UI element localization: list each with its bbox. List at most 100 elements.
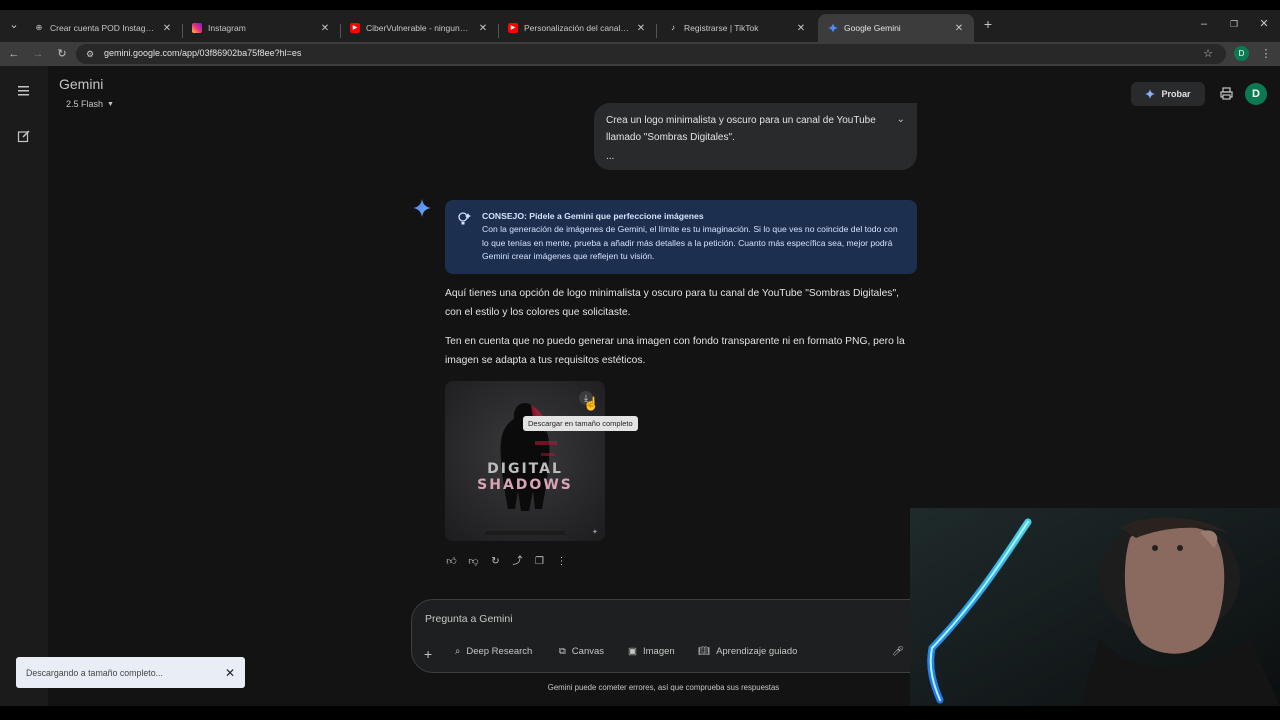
tool-label: Imagen — [642, 646, 675, 657]
tip-body: Con la generación de imágenes de Gemini,… — [482, 224, 898, 262]
close-icon[interactable]: ✕ — [162, 23, 172, 34]
reload-icon[interactable]: ↻ — [54, 46, 70, 62]
browser-menu-icon[interactable]: ⋮ — [1258, 46, 1274, 62]
browser-tab[interactable]: ♪ Registrarse | TikTok ✕ — [658, 14, 816, 42]
user-prompt-text: Crea un logo minimalista y oscuro para u… — [606, 115, 876, 143]
close-icon[interactable]: ✕ — [478, 23, 488, 34]
disclaimer-text: Gemini puede cometer errores, así que co… — [547, 683, 780, 692]
browser-toolbar: ← → ↻ ⚙ gemini.google.com/app/03f86902ba… — [0, 42, 1280, 66]
print-icon[interactable] — [1219, 86, 1234, 101]
close-icon[interactable]: ✕ — [954, 23, 964, 34]
screen-bottom-strip — [0, 706, 1280, 720]
instagram-icon — [192, 23, 202, 33]
close-icon[interactable]: ✕ — [225, 666, 235, 680]
microphone-icon[interactable]: 🎤︎ — [892, 646, 904, 657]
tab-search-chevron-icon[interactable]: ⌄ — [6, 17, 22, 33]
model-selector[interactable]: 2.5 Flash ▼ — [59, 96, 121, 112]
window-top-strip — [0, 0, 1280, 10]
thumbs-down-icon[interactable]: 👎︎ — [467, 555, 480, 569]
browser-tab[interactable]: ▶ CiberVulnerable - ninguna red ✕ — [340, 14, 498, 42]
response-paragraph: Aquí tienes una opción de logo minimalis… — [445, 288, 899, 318]
generated-image[interactable]: DIGITAL SHADOWS ⤓ ✦ — [445, 381, 605, 541]
bookmark-star-icon[interactable]: ☆ — [1200, 46, 1216, 62]
more-options-icon[interactable]: ⋮ — [555, 555, 568, 569]
menu-hamburger-icon[interactable] — [16, 84, 32, 96]
deep-research-icon: ⌕ — [455, 646, 461, 657]
expand-chevron-icon[interactable]: ⌄ — [897, 111, 905, 128]
tab-divider — [656, 24, 657, 38]
youtube-icon: ▶ — [508, 23, 518, 33]
gemini-star-icon — [413, 199, 431, 217]
browser-tab-bar: ⌄ ⊕ Crear cuenta POD Instagram ✕ Instagr… — [0, 10, 1280, 42]
tool-guided-learning[interactable]: 📖︎ Aprendizaje guiado — [698, 646, 797, 657]
account-avatar[interactable]: D — [1245, 83, 1267, 105]
tab-label: Google Gemini — [844, 23, 901, 33]
tab-label: Crear cuenta POD Instagram — [50, 23, 156, 33]
model-label: 2.5 Flash — [66, 99, 104, 109]
youtube-icon: ▶ — [350, 23, 360, 33]
response-paragraph: Ten en cuenta que no puedo generar una i… — [445, 336, 905, 366]
logo-text: DIGITAL SHADOWS — [445, 461, 605, 493]
globe-icon: ⊕ — [35, 23, 43, 32]
book-icon: 📖︎ — [698, 646, 711, 657]
prompt-input[interactable]: Pregunta a Gemini — [425, 613, 513, 625]
lightbulb-icon — [458, 212, 471, 225]
close-icon[interactable]: ✕ — [320, 23, 330, 34]
tab-label: Instagram — [208, 23, 246, 33]
browser-tab[interactable]: ⊕ Crear cuenta POD Instagram ✕ — [24, 14, 182, 42]
tiktok-icon: ♪ — [671, 23, 675, 32]
download-tooltip: Descargar en tamaño completo — [523, 416, 638, 431]
site-info-icon[interactable]: ⚙ — [82, 46, 98, 62]
browser-tab[interactable]: Instagram ✕ — [182, 14, 340, 42]
share-icon[interactable]: ⤴ — [511, 555, 524, 569]
webcam-overlay — [910, 508, 1280, 706]
close-window-icon[interactable]: ✕ — [1256, 16, 1272, 32]
forward-arrow-icon[interactable]: → — [30, 46, 46, 62]
mouse-cursor-icon: ☝ — [583, 396, 600, 411]
browser-tab[interactable]: ▶ Personalización del canal - YouTube ✕ — [498, 14, 656, 42]
gemini-icon — [828, 23, 838, 33]
try-button-label: Probar — [1161, 89, 1191, 99]
browser-tab-active[interactable]: Google Gemini ✕ — [818, 14, 974, 42]
tip-box: CONSEJO: Pídele a Gemini que perfeccione… — [445, 200, 917, 274]
new-tab-plus-icon[interactable]: + — [980, 16, 996, 32]
logo-text-line1: DIGITAL — [487, 461, 563, 477]
sidebar — [0, 66, 48, 706]
tab-label: Registrarse | TikTok — [684, 23, 759, 33]
minimize-icon[interactable]: – — [1196, 16, 1212, 32]
toast-message: Descargando a tamaño completo... — [26, 667, 163, 678]
new-chat-icon[interactable] — [17, 129, 31, 143]
add-attachment-icon[interactable]: + — [424, 646, 432, 662]
tab-label: Personalización del canal - YouTube — [524, 23, 630, 33]
tool-deep-research[interactable]: ⌕ Deep Research — [455, 646, 532, 657]
close-icon[interactable]: ✕ — [796, 23, 806, 34]
try-button[interactable]: Probar — [1131, 82, 1205, 106]
tool-label: Canvas — [571, 646, 605, 657]
close-icon[interactable]: ✕ — [636, 23, 646, 34]
tool-label: Deep Research — [466, 646, 533, 657]
restore-window-icon[interactable]: ❐ — [1226, 16, 1242, 32]
webcam-video — [910, 508, 1280, 706]
regenerate-icon[interactable]: ↻ — [489, 555, 502, 569]
canvas-icon: ⧉ — [559, 646, 566, 657]
logo-text-line2: SHADOWS — [477, 477, 573, 493]
tip-title: CONSEJO: Pídele a Gemini que perfeccione… — [482, 211, 704, 221]
tool-canvas[interactable]: ⧉ Canvas — [559, 646, 604, 657]
url-text: gemini.google.com/app/03f86902ba75f8ee?h… — [104, 48, 302, 58]
response-actions: 👍︎ 👎︎ ↻ ⤴ ❐ ⋮ — [445, 555, 568, 569]
user-prompt-bubble: Crea un logo minimalista y oscuro para u… — [594, 103, 917, 170]
tab-label: CiberVulnerable - ninguna red — [366, 23, 472, 33]
app-title[interactable]: Gemini — [59, 76, 103, 92]
address-bar[interactable]: ⚙ gemini.google.com/app/03f86902ba75f8ee… — [76, 44, 1226, 64]
user-prompt-ellipsis: ... — [606, 151, 615, 162]
download-toast: Descargando a tamaño completo... ✕ — [16, 657, 245, 688]
profile-avatar[interactable]: D — [1234, 46, 1249, 61]
sparkle-icon — [1145, 89, 1156, 99]
tool-image[interactable]: ▣ Imagen — [628, 646, 675, 657]
thumbs-up-icon[interactable]: 👍︎ — [445, 555, 458, 569]
image-icon: ▣ — [628, 646, 637, 657]
tool-label: Aprendizaje guiado — [716, 646, 798, 657]
back-arrow-icon[interactable]: ← — [6, 46, 22, 62]
prompt-composer[interactable]: Pregunta a Gemini + ⌕ Deep Research ⧉ Ca… — [411, 599, 911, 673]
copy-icon[interactable]: ❐ — [533, 555, 546, 569]
